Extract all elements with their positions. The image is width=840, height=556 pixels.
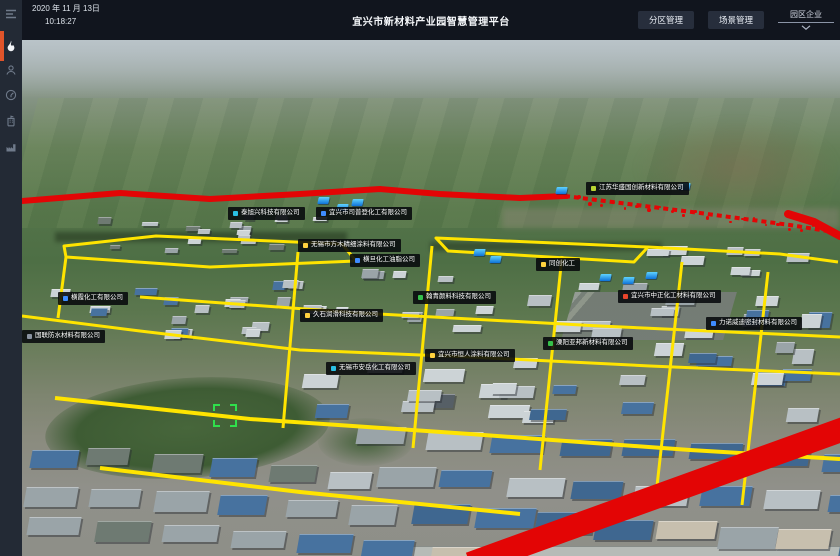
active-indicator bbox=[0, 31, 4, 61]
company-label-text: 江苏华盛国创新材料有限公司 bbox=[599, 185, 684, 192]
sidebar-item-fire[interactable] bbox=[0, 34, 22, 58]
company-label-text: 宜兴市中正化工材料有限公司 bbox=[631, 293, 716, 300]
company-marker-icon bbox=[623, 294, 628, 299]
company-marker-icon bbox=[303, 243, 308, 248]
company-marker-icon bbox=[418, 295, 423, 300]
park-enterprise-label: 园区企业 bbox=[790, 11, 822, 19]
company-label[interactable]: 溧阳亚邦新材料有限公司 bbox=[543, 337, 633, 350]
dropdown-divider bbox=[778, 22, 834, 23]
company-label[interactable]: 无锡市安岳化工有限公司 bbox=[326, 362, 416, 375]
company-label-text: 久石润滑科技有限公司 bbox=[313, 312, 378, 319]
company-label[interactable]: 翰青颜料科技有限公司 bbox=[413, 291, 496, 304]
company-marker-icon bbox=[541, 262, 546, 267]
company-label[interactable]: 宜兴市恒人涂料有限公司 bbox=[425, 349, 515, 362]
company-marker-icon bbox=[711, 321, 716, 326]
flame-icon bbox=[5, 40, 17, 52]
sidebar-item-enterprise[interactable] bbox=[0, 109, 22, 133]
company-label[interactable]: 泰旭兴科技有限公司 bbox=[228, 207, 305, 220]
company-label-text: 宜兴市恒人涂料有限公司 bbox=[438, 352, 510, 359]
person-icon bbox=[5, 64, 17, 76]
sidebar-item-gauge[interactable] bbox=[0, 83, 22, 107]
company-marker-icon bbox=[63, 296, 68, 301]
sidebar-item-stats[interactable] bbox=[0, 135, 22, 159]
company-label[interactable]: 宜兴市司普登化工有限公司 bbox=[316, 207, 412, 220]
company-marker-icon bbox=[321, 211, 326, 216]
factory-chart-icon bbox=[5, 141, 17, 153]
scene-management-button[interactable]: 场景管理 bbox=[708, 11, 764, 30]
company-label[interactable]: 无锡市方木精细涂料有限公司 bbox=[298, 239, 401, 252]
sidebar-item-person[interactable] bbox=[0, 58, 22, 82]
company-marker-icon bbox=[548, 341, 553, 346]
company-marker-icon bbox=[27, 334, 32, 339]
company-marker-icon bbox=[331, 366, 336, 371]
company-label[interactable]: 国联防水材料有限公司 bbox=[22, 330, 105, 343]
menu-toggle-button[interactable] bbox=[0, 2, 22, 26]
gauge-icon bbox=[5, 89, 17, 101]
company-label-text: 泰旭兴科技有限公司 bbox=[241, 210, 300, 217]
company-label-text: 无锡市安岳化工有限公司 bbox=[339, 365, 411, 372]
company-marker-icon bbox=[591, 186, 596, 191]
company-label-text: 翰青颜料科技有限公司 bbox=[426, 294, 491, 301]
zone-management-button[interactable]: 分区管理 bbox=[638, 11, 694, 30]
company-label[interactable]: 宜兴市中正化工材料有限公司 bbox=[618, 290, 721, 303]
company-marker-icon bbox=[305, 313, 310, 318]
building-icon bbox=[5, 115, 17, 127]
menu-icon bbox=[5, 8, 17, 20]
company-label-text: 同创化工 bbox=[549, 261, 575, 268]
company-marker-icon bbox=[430, 353, 435, 358]
app-window: 2020 年 11 月 13日 10:18:27 宜兴市新材料产业园智慧管理平台… bbox=[0, 0, 840, 556]
park-enterprise-dropdown[interactable]: 园区企业 bbox=[778, 11, 834, 30]
company-label-text: 横霞化工有限公司 bbox=[71, 295, 123, 302]
company-label[interactable]: 同创化工 bbox=[536, 258, 580, 271]
company-label-layer: 泰旭兴科技有限公司 宜兴市司普登化工有限公司无锡市方木精细涂料有限公司横旦化工油脂… bbox=[22, 40, 840, 556]
company-label-text: 溧阳亚邦新材料有限公司 bbox=[556, 340, 628, 347]
sidebar bbox=[0, 0, 22, 556]
company-label[interactable]: 横霞化工有限公司 bbox=[58, 292, 128, 305]
company-label-text: 国联防水材料有限公司 bbox=[35, 333, 100, 340]
company-label-text: 力诺威迪密封材料有限公司 bbox=[719, 320, 797, 327]
map-3d-view[interactable]: 泰旭兴科技有限公司 宜兴市司普登化工有限公司无锡市方木精细涂料有限公司横旦化工油脂… bbox=[22, 40, 840, 556]
company-label[interactable]: 江苏华盛国创新材料有限公司 bbox=[586, 182, 689, 195]
company-label[interactable]: 力诺威迪密封材料有限公司 bbox=[706, 317, 802, 330]
company-label-text: 宜兴市司普登化工有限公司 bbox=[329, 210, 407, 217]
company-label[interactable]: 久石润滑科技有限公司 bbox=[300, 309, 383, 322]
company-label-text: 无锡市方木精细涂料有限公司 bbox=[311, 242, 396, 249]
company-marker-icon bbox=[233, 211, 238, 216]
chevron-down-icon bbox=[801, 25, 811, 30]
header-actions: 分区管理 场景管理 园区企业 bbox=[638, 0, 834, 40]
topbar: 2020 年 11 月 13日 10:18:27 宜兴市新材料产业园智慧管理平台… bbox=[22, 0, 840, 40]
company-marker-icon bbox=[355, 258, 360, 263]
company-label[interactable]: 横旦化工油脂公司 bbox=[350, 254, 420, 267]
company-label-text: 横旦化工油脂公司 bbox=[363, 257, 415, 264]
